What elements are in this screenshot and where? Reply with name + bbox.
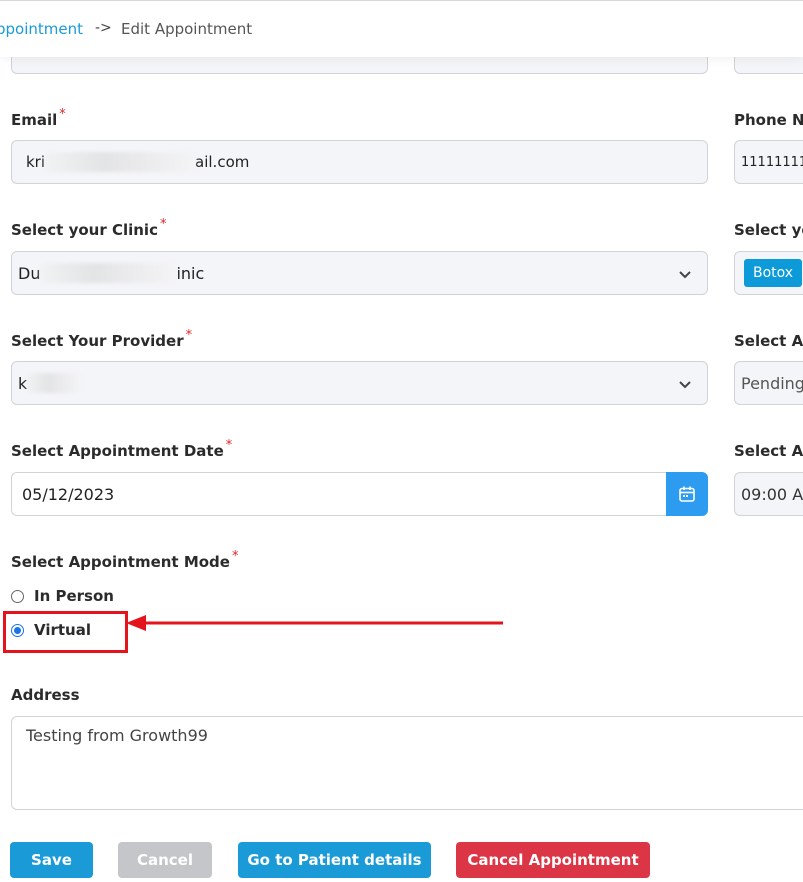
annotation-arrow	[126, 615, 503, 631]
status-select[interactable]: Pending	[734, 361, 803, 405]
save-button[interactable]: Save	[10, 842, 93, 878]
email-value-start: kri	[26, 153, 46, 171]
clinic-label: Select your Clinic *	[11, 217, 167, 239]
cancel-appointment-button[interactable]: Cancel Appointment	[456, 842, 650, 878]
clinic-select[interactable]: Du inic	[11, 251, 708, 295]
chevron-down-icon	[679, 271, 691, 279]
time-label: Select Ap	[734, 442, 803, 460]
mode-in-person-option[interactable]: In Person	[11, 587, 114, 605]
service-tag[interactable]: Botox	[744, 259, 803, 287]
in-person-radio[interactable]	[11, 589, 24, 603]
date-label: Select Appointment Date *	[11, 438, 233, 460]
top-bar: ppointment -> Edit Appointment	[0, 0, 803, 57]
chevron-down-icon	[679, 381, 691, 389]
service-label: Select yo	[734, 221, 803, 239]
time-select[interactable]: 09:00 AM	[734, 472, 803, 516]
email-field[interactable]: kri ail.com	[11, 140, 708, 184]
provider-label: Select Your Provider *	[11, 328, 193, 350]
clinic-value-start: Du	[18, 263, 41, 283]
mode-label: Select Appointment Mode *	[11, 549, 239, 571]
breadcrumb-appointment-link[interactable]: ppointment	[0, 20, 83, 38]
cancel-button[interactable]: Cancel	[118, 842, 212, 878]
redacted-blur	[40, 263, 177, 283]
status-label: Select Ap	[734, 332, 803, 350]
redacted-blur	[45, 152, 196, 172]
address-label: Address	[11, 686, 80, 704]
annotation-highlight-box	[3, 611, 128, 653]
date-input[interactable]: 05/12/2023	[11, 472, 708, 516]
email-value-end: ail.com	[195, 153, 250, 171]
calendar-icon	[679, 486, 695, 502]
email-label: Email *	[11, 107, 66, 129]
redacted-blur	[27, 373, 82, 393]
provider-select[interactable]: k	[11, 361, 708, 405]
phone-label: Phone Nu	[734, 111, 803, 129]
breadcrumb-separator: ->	[95, 20, 112, 36]
go-to-patient-details-button[interactable]: Go to Patient details	[238, 842, 431, 878]
provider-value-start: k	[18, 373, 28, 393]
clinic-value-end: inic	[176, 263, 205, 283]
calendar-button[interactable]	[666, 472, 708, 516]
phone-field[interactable]: 11111111	[734, 140, 803, 184]
service-select[interactable]: Botox	[734, 251, 803, 295]
address-textarea[interactable]: Testing from Growth99	[11, 716, 803, 810]
breadcrumb-current: Edit Appointment	[121, 20, 253, 38]
